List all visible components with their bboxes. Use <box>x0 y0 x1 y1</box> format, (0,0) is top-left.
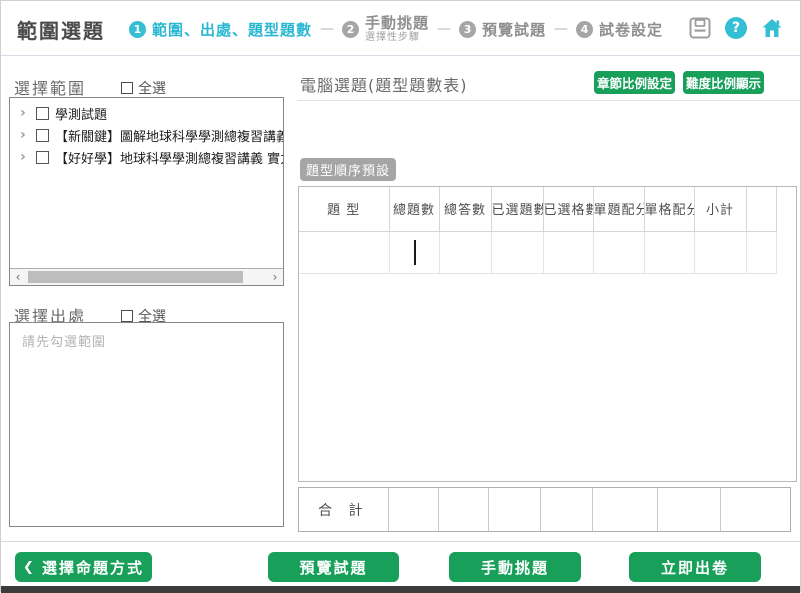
col-points-per-blank: 單格配分 <box>644 187 694 231</box>
back-button-label: 選擇命題方式 <box>42 557 144 578</box>
scroll-right-icon[interactable]: › <box>267 269 283 285</box>
right-panel-divider <box>297 100 800 101</box>
step-2-number: 2 <box>342 21 359 38</box>
cell-empty[interactable] <box>746 231 776 273</box>
col-empty <box>746 187 776 231</box>
col-selected-blanks: 已選格數 <box>543 187 593 231</box>
exam-builder-page: 範圍選題 1 範圍、出處、題型題數 — 2 手動挑題 選擇性步驟 — 3 預覽試… <box>0 0 801 592</box>
totals-label: 合 計 <box>318 500 368 520</box>
totals-cell <box>439 488 489 531</box>
step-1-label: 範圍、出處、題型題數 <box>152 19 312 40</box>
col-total-questions: 總題數 <box>389 187 439 231</box>
tree-item-label: 【新關鍵】圖解地球科學學測總複習講義 <box>55 126 283 145</box>
tree-item-new-key-book[interactable]: › 【新關鍵】圖解地球科學學測總複習講義 <box>10 124 283 146</box>
range-select-all-checkbox[interactable] <box>121 82 133 94</box>
table-header-row: 題 型 總題數 總答數 已選題數 已選格數 單題配分 單格配分 小計 <box>299 187 776 231</box>
range-select-all[interactable]: 全選 <box>121 78 166 98</box>
manual-pick-button[interactable]: 手動挑題 <box>449 552 581 582</box>
tree-item-gsat-questions[interactable]: › 學測試題 <box>10 102 283 124</box>
tree-item-checkbox[interactable] <box>36 151 49 164</box>
range-tree-box: › 學測試題 › 【新關鍵】圖解地球科學學測總複習講義 › 【好好學】地球科學學… <box>9 97 284 286</box>
expand-chevron-icon[interactable]: › <box>20 149 30 165</box>
step-4-number: 4 <box>576 21 593 38</box>
col-points-per-question: 單題配分 <box>593 187 644 231</box>
computer-selection-title: 電腦選題(題型題數表) <box>300 72 468 96</box>
totals-cell <box>389 488 440 531</box>
back-chevron-icon: ❮ <box>23 560 36 575</box>
back-to-method-button[interactable]: ❮ 選擇命題方式 <box>15 552 152 582</box>
step-2-manual-pick[interactable]: 2 手動挑題 選擇性步驟 <box>342 15 429 43</box>
help-icon[interactable]: ? <box>725 17 747 39</box>
cell-points-per-question[interactable] <box>593 231 644 273</box>
totals-cell <box>721 488 790 531</box>
step-3-number: 3 <box>459 21 476 38</box>
col-subtotal: 小計 <box>694 187 746 231</box>
horizontal-scrollbar[interactable]: ‹ › <box>10 268 283 285</box>
col-question-type: 題 型 <box>299 187 389 231</box>
totals-cell <box>489 488 541 531</box>
step-2-label: 手動挑題 <box>365 15 429 32</box>
tree-item-label: 【好好學】地球科學學測總複習講義 實力 <box>55 148 283 167</box>
chapter-ratio-button[interactable]: 章節比例設定 <box>594 71 675 94</box>
cell-subtotal[interactable] <box>694 231 746 273</box>
question-type-table-container: 題 型 總題數 總答數 已選題數 已選格數 單題配分 單格配分 小計 <box>298 186 797 482</box>
source-list-box: 請先勾選範圍 <box>9 322 284 527</box>
step-1-range[interactable]: 1 範圍、出處、題型題數 <box>129 19 312 40</box>
tree-item-label: 學測試題 <box>55 104 107 123</box>
generate-paper-button[interactable]: 立即出卷 <box>629 552 761 582</box>
stepper: 1 範圍、出處、題型題數 — 2 手動挑題 選擇性步驟 — 3 預覽試題 — 4… <box>129 9 663 49</box>
step-separator: — <box>554 21 568 37</box>
step-separator: — <box>437 21 451 37</box>
cell-total-questions[interactable] <box>389 231 439 273</box>
cell-points-per-blank[interactable] <box>644 231 694 273</box>
range-section-title: 選擇範圍 <box>14 75 86 99</box>
col-total-answers: 總答數 <box>439 187 491 231</box>
question-type-table: 題 型 總題數 總答數 已選題數 已選格數 單題配分 單格配分 小計 <box>299 187 777 274</box>
col-selected-questions: 已選題數 <box>491 187 543 231</box>
step-1-number: 1 <box>129 21 146 38</box>
question-order-tab[interactable]: 題型順序預設 <box>300 158 396 181</box>
step-4-paper-settings[interactable]: 4 試卷設定 <box>576 19 663 40</box>
cell-selected-blanks[interactable] <box>543 231 593 273</box>
scrollbar-track[interactable] <box>26 269 267 285</box>
home-icon[interactable] <box>760 16 784 40</box>
step-separator: — <box>320 21 334 37</box>
totals-cell <box>593 488 658 531</box>
totals-row: 合 計 <box>298 487 791 532</box>
cell-selected-questions[interactable] <box>491 231 543 273</box>
cell-total-answers[interactable] <box>439 231 491 273</box>
step-3-preview[interactable]: 3 預覽試題 <box>459 19 546 40</box>
bottom-divider <box>1 541 800 542</box>
tree-item-checkbox[interactable] <box>36 129 49 142</box>
tree-item-checkbox[interactable] <box>36 107 49 120</box>
range-tree: › 學測試題 › 【新關鍵】圖解地球科學學測總複習講義 › 【好好學】地球科學學… <box>10 102 283 168</box>
difficulty-ratio-button[interactable]: 難度比例顯示 <box>683 71 764 94</box>
step-4-label: 試卷設定 <box>599 19 663 40</box>
text-cursor <box>414 240 416 265</box>
save-icon[interactable] <box>688 16 712 40</box>
step-2-sublabel: 選擇性步驟 <box>365 32 429 43</box>
preview-questions-button[interactable]: 預覽試題 <box>268 552 399 582</box>
cell-question-type[interactable] <box>299 231 389 273</box>
totals-label-cell: 合 計 <box>299 488 389 531</box>
source-placeholder-text: 請先勾選範圍 <box>22 331 106 350</box>
source-select-all-checkbox[interactable] <box>121 310 133 322</box>
page-title: 範圍選題 <box>17 15 105 44</box>
expand-chevron-icon[interactable]: › <box>20 105 30 121</box>
totals-cell <box>658 488 722 531</box>
tree-item-good-learn-book[interactable]: › 【好好學】地球科學學測總複習講義 實力 <box>10 146 283 168</box>
scrollbar-thumb[interactable] <box>28 271 243 283</box>
range-select-all-label: 全選 <box>138 78 166 98</box>
step-3-label: 預覽試題 <box>482 19 546 40</box>
totals-cell <box>541 488 593 531</box>
expand-chevron-icon[interactable]: › <box>20 127 30 143</box>
table-row <box>299 231 776 273</box>
header-icons: ? <box>688 16 784 40</box>
top-bar: 範圍選題 1 範圍、出處、題型題數 — 2 手動挑題 選擇性步驟 — 3 預覽試… <box>1 1 800 56</box>
scroll-left-icon[interactable]: ‹ <box>10 269 26 285</box>
